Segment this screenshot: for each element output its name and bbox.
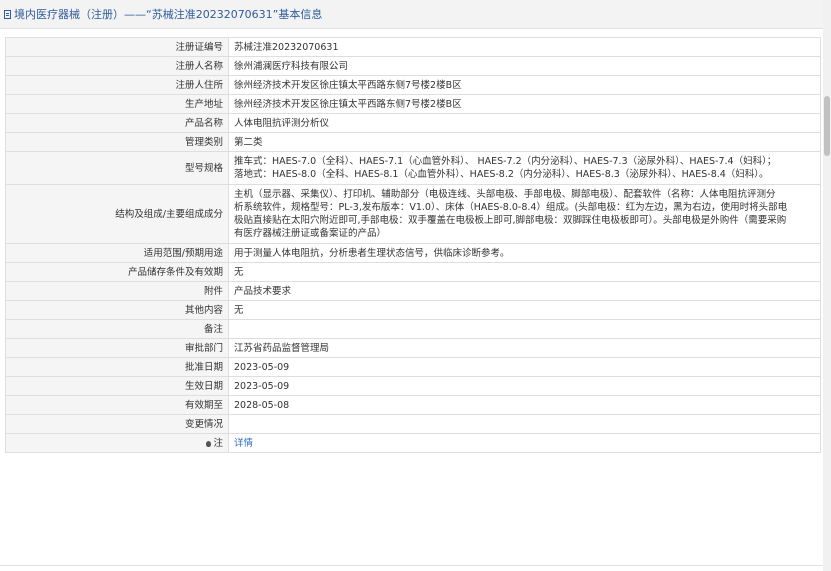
- table-row: 有效期至 2028-05-08: [5, 395, 821, 415]
- table-row: 注册人住所 徐州经济技术开发区徐庄镇太平西路东侧7号楼2楼B区: [5, 75, 821, 95]
- table-row: 型号规格 推车式：HAES-7.0（全科）、HAES-7.1（心血管外科）、 H…: [5, 151, 821, 185]
- row-label: 其他内容: [5, 300, 229, 320]
- table-row: 批准日期 2023-05-09: [5, 357, 821, 377]
- row-label: 有效期至: [5, 395, 229, 415]
- table-row: 变更情况: [5, 414, 821, 434]
- row-label: 批准日期: [5, 357, 229, 377]
- row-label: 审批部门: [5, 338, 229, 358]
- row-label: 备注: [5, 319, 229, 339]
- table-row: 审批部门 江苏省药品监督管理局: [5, 338, 821, 358]
- row-label: 注册人名称: [5, 56, 229, 76]
- row-label: 型号规格: [5, 151, 229, 185]
- table-row: 结构及组成/主要组成成分 主机（显示器、采集仪）、打印机、辅助部分（电极连线、头…: [5, 184, 821, 244]
- details-link[interactable]: 详情: [234, 438, 253, 449]
- row-label: 附件: [5, 281, 229, 301]
- row-value: 徐州经济技术开发区徐庄镇太平西路东侧7号楼2楼B区: [228, 94, 821, 114]
- table-row: 产品名称 人体电阻抗评测分析仪: [5, 113, 821, 133]
- structure-line: 极贴直接贴在太阳穴附近即可,手部电极：双手覆盖在电极板上即可,脚部电极：双脚踩住…: [234, 215, 787, 226]
- page-title: 境内医疗器械（注册）——“苏械注准20232070631”基本信息: [14, 8, 323, 21]
- row-label: 注册人住所: [5, 75, 229, 95]
- table-row: 生产地址 徐州经济技术开发区徐庄镇太平西路东侧7号楼2楼B区: [5, 94, 821, 114]
- note-label: 注: [213, 437, 223, 449]
- lightbulb-icon: [206, 440, 212, 447]
- table-row: 其他内容 无: [5, 300, 821, 320]
- row-label: 注册证编号: [5, 37, 229, 57]
- table-row: 注册证编号 苏械注准20232070631: [5, 37, 821, 57]
- structure-line: 主机（显示器、采集仪）、打印机、辅助部分（电极连线、头部电极、手部电极、脚部电极…: [234, 189, 776, 200]
- row-label: 适用范围/预期用途: [5, 243, 229, 263]
- table-row: 产品储存条件及有效期 无: [5, 262, 821, 282]
- structure-line: 析系统软件，规格型号：PL-3,发布版本：V1.0）、床体（HAES-8.0-8…: [234, 202, 788, 213]
- row-label: 变更情况: [5, 414, 229, 434]
- row-label: 产品储存条件及有效期: [5, 262, 229, 282]
- row-value: 无: [228, 300, 821, 320]
- row-label: 管理类别: [5, 132, 229, 152]
- row-value: 苏械注准20232070631: [228, 37, 821, 57]
- table-row: 附件 产品技术要求: [5, 281, 821, 301]
- row-label: 生产地址: [5, 94, 229, 114]
- table-row: 生效日期 2023-05-09: [5, 376, 821, 396]
- table-row: 管理类别 第二类: [5, 132, 821, 152]
- row-label: 产品名称: [5, 113, 229, 133]
- bottom-divider: [0, 565, 823, 566]
- row-value: 推车式：HAES-7.0（全科）、HAES-7.1（心血管外科）、 HAES-7…: [228, 151, 821, 185]
- model-line: 推车式：HAES-7.0（全科）、HAES-7.1（心血管外科）、 HAES-7…: [234, 156, 777, 167]
- row-value: 江苏省药品监督管理局: [228, 338, 821, 358]
- row-value: 第二类: [228, 132, 821, 152]
- document-icon: [4, 9, 11, 19]
- table-row: 注 详情: [5, 433, 821, 453]
- structure-line: 有医疗器械注册证或备案证的产品）: [234, 228, 387, 239]
- row-label: 结构及组成/主要组成成分: [5, 184, 229, 244]
- row-value: 徐州经济技术开发区徐庄镇太平西路东侧7号楼2楼B区: [228, 75, 821, 95]
- row-value: [228, 319, 821, 339]
- row-value: 2023-05-09: [228, 357, 821, 377]
- table-row: 注册人名称 徐州浦澜医疗科技有限公司: [5, 56, 821, 76]
- row-value: 用于测量人体电阻抗，分析患者生理状态信号，供临床诊断参考。: [228, 243, 821, 263]
- page-header: 境内医疗器械（注册）——“苏械注准20232070631”基本信息: [0, 0, 827, 29]
- table-row: 备注: [5, 319, 821, 339]
- table-row: 适用范围/预期用途 用于测量人体电阻抗，分析患者生理状态信号，供临床诊断参考。: [5, 243, 821, 263]
- row-label: 生效日期: [5, 376, 229, 396]
- row-value: [228, 414, 821, 434]
- row-value: 人体电阻抗评测分析仪: [228, 113, 821, 133]
- info-table: 注册证编号 苏械注准20232070631 注册人名称 徐州浦澜医疗科技有限公司…: [5, 37, 821, 453]
- scrollbar-thumb[interactable]: [824, 96, 830, 156]
- row-value: 2023-05-09: [228, 376, 821, 396]
- row-value: 详情: [228, 433, 821, 453]
- row-label-note: 注: [5, 433, 229, 453]
- model-line: 落地式：HAES-8.0（全科、HAES-8.1（心血管外科）、HAES-8.2…: [234, 169, 769, 180]
- row-value: 产品技术要求: [228, 281, 821, 301]
- vertical-scrollbar[interactable]: [823, 0, 831, 571]
- row-value: 2028-05-08: [228, 395, 821, 415]
- row-value: 徐州浦澜医疗科技有限公司: [228, 56, 821, 76]
- row-value: 主机（显示器、采集仪）、打印机、辅助部分（电极连线、头部电极、手部电极、脚部电极…: [228, 184, 821, 244]
- row-value: 无: [228, 262, 821, 282]
